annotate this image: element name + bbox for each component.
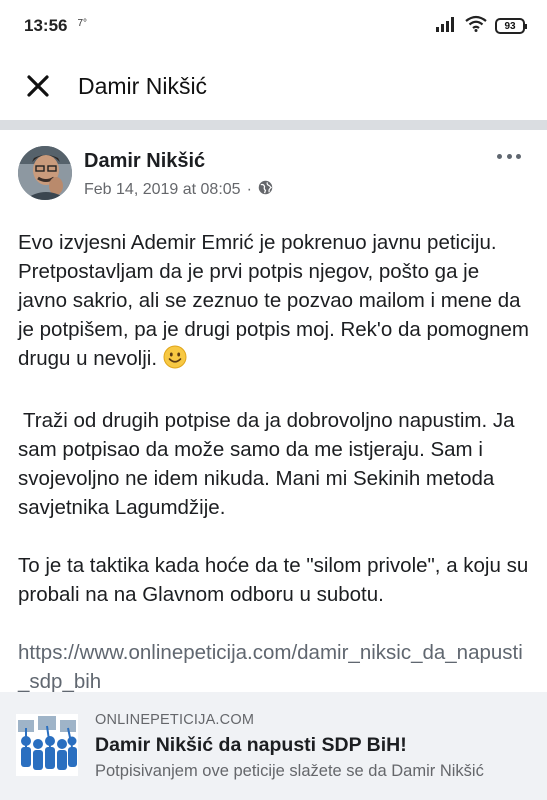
more-icon-dot (516, 153, 521, 159)
status-temperature: 7° (77, 17, 88, 29)
link-preview-card[interactable]: ONLINEPETICIJA.COM Damir Nikšić da napus… (0, 692, 547, 800)
link-description: Potpisivanjem ove peticije slažete se da… (95, 762, 484, 780)
more-icon-dot (506, 153, 512, 159)
author-avatar[interactable] (18, 146, 72, 200)
battery-icon: 93 (495, 18, 527, 34)
smile-emoji-icon (163, 345, 187, 377)
wifi-icon (465, 15, 487, 37)
link-title: Damir Nikšić da napusti SDP BiH! (95, 734, 407, 756)
post-date[interactable]: Feb 14, 2019 at 08:05 (84, 181, 241, 199)
author-name[interactable]: Damir Nikšić (84, 150, 205, 173)
status-bar: 13:56 7° 93 (0, 0, 547, 52)
status-time: 13:56 (24, 16, 68, 35)
post-paragraph: Evo izvjesni Ademir Emrić je pokrenuo ja… (18, 228, 529, 377)
post-paragraph-text: Evo izvjesni Ademir Emrić je pokrenuo ja… (18, 231, 529, 370)
section-divider (0, 120, 547, 130)
signal-icon (435, 16, 457, 37)
link-domain: ONLINEPETICIJA.COM (95, 712, 255, 728)
post-paragraph: Traži od drugih potpise da ja dobrovoljn… (18, 409, 515, 519)
globe-icon (258, 180, 273, 200)
battery-level: 93 (504, 20, 516, 32)
page-title: Damir Nikšić (78, 72, 208, 99)
post-body: Evo izvjesni Ademir Emrić je pokrenuo ja… (0, 212, 547, 696)
more-icon-dot (497, 153, 502, 159)
close-icon (27, 75, 49, 97)
close-button[interactable] (24, 72, 52, 100)
status-icons: 93 (435, 15, 527, 37)
meta-separator: · (246, 181, 252, 198)
top-nav-bar: Damir Nikšić (0, 52, 547, 120)
post-meta: Feb 14, 2019 at 08:05 · (84, 180, 273, 200)
post-header: Damir Nikšić Feb 14, 2019 at 08:05 · (0, 130, 547, 212)
link-thumbnail (16, 714, 78, 776)
post-paragraph: To je ta taktika kada hoće da te "silom … (18, 554, 529, 606)
more-options-button[interactable] (497, 148, 521, 164)
post-link[interactable]: https://www.onlinepeticija.com/damir_nik… (18, 638, 529, 696)
post: Damir Nikšić Feb 14, 2019 at 08:05 · Evo… (0, 130, 547, 716)
